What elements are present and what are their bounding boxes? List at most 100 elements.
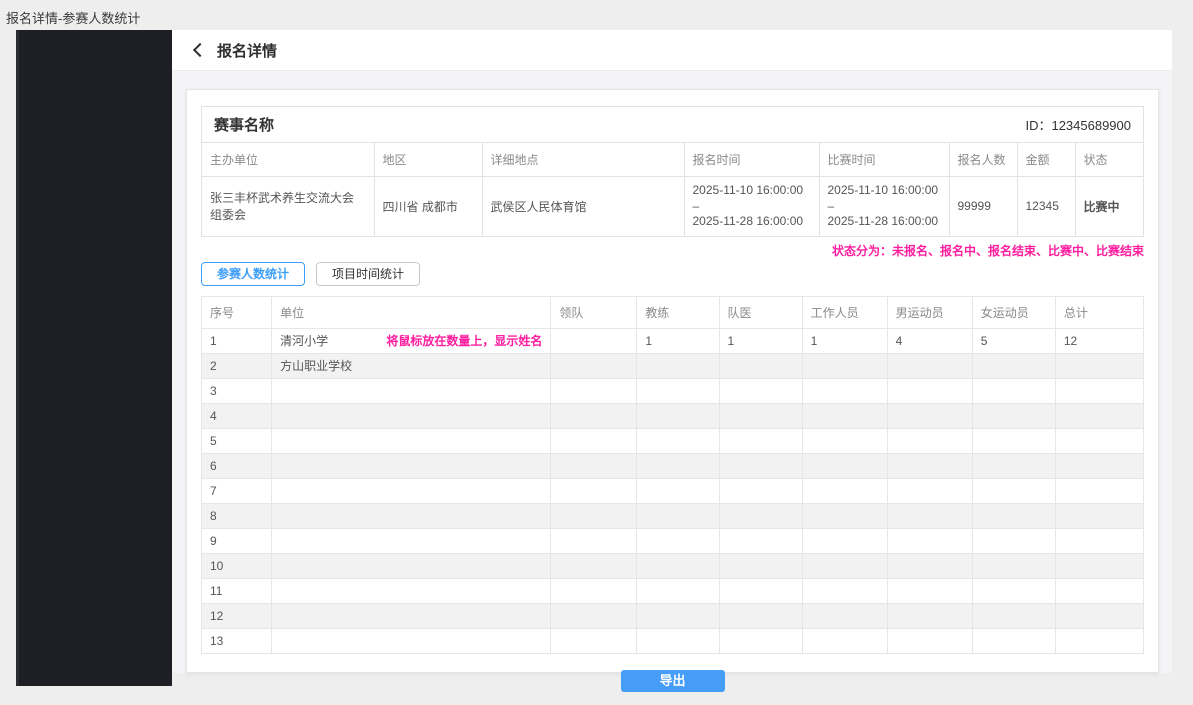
cell-staff xyxy=(802,453,887,478)
topbar-title: 报名详情 xyxy=(217,40,277,61)
cell-staff xyxy=(802,578,887,603)
cell-unit xyxy=(272,553,551,578)
cell-staff xyxy=(802,628,887,653)
cell-unit xyxy=(272,428,551,453)
table-row[interactable]: 8 xyxy=(202,503,1144,528)
signup-time-value: 2025-11-10 16:00:00 – 2025-11-28 16:00:0… xyxy=(684,177,819,236)
cell-unit xyxy=(272,628,551,653)
cell-doctor xyxy=(719,628,802,653)
cell-unit xyxy=(272,478,551,503)
back-icon[interactable] xyxy=(193,43,207,57)
unit-name: 清河小学 xyxy=(280,332,328,349)
col-total: 总计 xyxy=(1055,296,1143,328)
table-row[interactable]: 12 xyxy=(202,603,1144,628)
cell-coach xyxy=(637,578,719,603)
event-id: ID：12345689900 xyxy=(1025,115,1131,134)
sidebar xyxy=(16,30,172,686)
cell-leader xyxy=(551,403,637,428)
cell-leader xyxy=(551,578,637,603)
signup-count-value: 99999 xyxy=(949,177,1017,236)
table-row[interactable]: 3 xyxy=(202,378,1144,403)
cell-staff xyxy=(802,428,887,453)
page-title: 报名详情-参赛人数统计 xyxy=(6,8,140,27)
cell-coach xyxy=(637,553,719,578)
cell-staff xyxy=(802,353,887,378)
organizer-value: 张三丰杯武术养生交流大会组委会 xyxy=(202,177,374,236)
cell-male xyxy=(887,453,972,478)
table-row[interactable]: 13 xyxy=(202,628,1144,653)
cell-male xyxy=(887,528,972,553)
stats-table: 序号 单位 领队 教练 队医 工作人员 男运动员 女运动员 总计 1清河小学将鼠… xyxy=(201,296,1144,654)
cell-doctor xyxy=(719,603,802,628)
cell-total xyxy=(1055,353,1143,378)
export-button[interactable]: 导出 xyxy=(621,670,725,692)
cell-staff xyxy=(802,503,887,528)
cell-coach xyxy=(637,353,719,378)
cell-unit: 清河小学将鼠标放在数量上，显示姓名 xyxy=(272,328,551,353)
cell-total xyxy=(1055,428,1143,453)
info-header-row: 主办单位 地区 详细地点 报名时间 比赛时间 报名人数 金额 状态 xyxy=(202,143,1143,177)
col-organizer: 主办单位 xyxy=(202,143,374,177)
cell-doctor xyxy=(719,478,802,503)
cell-male xyxy=(887,403,972,428)
cell-unit: 方山职业学校 xyxy=(272,353,551,378)
table-row[interactable]: 4 xyxy=(202,403,1144,428)
cell-no: 4 xyxy=(202,403,272,428)
tab-event-schedule-stats[interactable]: 项目时间统计 xyxy=(316,262,420,286)
cell-leader xyxy=(551,428,637,453)
cell-doctor xyxy=(719,353,802,378)
status-legend-note: 状态分为：未报名、报名中、报名结束、比赛中、比赛结束 xyxy=(201,243,1144,259)
cell-coach: 1 xyxy=(637,328,719,353)
table-row[interactable]: 9 xyxy=(202,528,1144,553)
cell-male: 4 xyxy=(887,328,972,353)
stats-table-body: 1清河小学将鼠标放在数量上，显示姓名11145122方山职业学校34567891… xyxy=(202,328,1144,653)
cell-total xyxy=(1055,603,1143,628)
cell-leader xyxy=(551,553,637,578)
table-row[interactable]: 7 xyxy=(202,478,1144,503)
info-value-row: 张三丰杯武术养生交流大会组委会 四川省 成都市 武侯区人民体育馆 2025-11… xyxy=(202,177,1143,236)
col-staff: 工作人员 xyxy=(802,296,887,328)
cell-total: 12 xyxy=(1055,328,1143,353)
table-row[interactable]: 11 xyxy=(202,578,1144,603)
cell-coach xyxy=(637,478,719,503)
region-value: 四川省 成都市 xyxy=(374,177,482,236)
cell-no: 13 xyxy=(202,628,272,653)
cell-no: 1 xyxy=(202,328,272,353)
cell-female xyxy=(972,378,1055,403)
cell-total xyxy=(1055,553,1143,578)
cell-doctor xyxy=(719,378,802,403)
cell-unit xyxy=(272,603,551,628)
cell-doctor xyxy=(719,578,802,603)
table-row[interactable]: 1清河小学将鼠标放在数量上，显示姓名1114512 xyxy=(202,328,1144,353)
col-female-athletes: 女运动员 xyxy=(972,296,1055,328)
cell-total xyxy=(1055,628,1143,653)
cell-male xyxy=(887,578,972,603)
main-panel: 报名详情 赛事名称 ID：12345689900 主办单位 地区 详细地点 报名… xyxy=(172,30,1172,673)
table-row[interactable]: 10 xyxy=(202,553,1144,578)
cell-male xyxy=(887,603,972,628)
col-status: 状态 xyxy=(1075,143,1143,177)
cell-leader xyxy=(551,603,637,628)
cell-doctor: 1 xyxy=(719,328,802,353)
cell-no: 11 xyxy=(202,578,272,603)
cell-coach xyxy=(637,503,719,528)
col-doctor: 队医 xyxy=(719,296,802,328)
cell-doctor xyxy=(719,528,802,553)
cell-doctor xyxy=(719,503,802,528)
cell-no: 3 xyxy=(202,378,272,403)
table-row[interactable]: 6 xyxy=(202,453,1144,478)
cell-male xyxy=(887,478,972,503)
table-row[interactable]: 5 xyxy=(202,428,1144,453)
cell-female: 5 xyxy=(972,328,1055,353)
cell-leader xyxy=(551,328,637,353)
col-region: 地区 xyxy=(374,143,482,177)
cell-leader xyxy=(551,628,637,653)
tab-participant-stats[interactable]: 参赛人数统计 xyxy=(201,262,305,286)
venue-value: 武侯区人民体育馆 xyxy=(482,177,684,236)
table-row[interactable]: 2方山职业学校 xyxy=(202,353,1144,378)
stats-header-row: 序号 单位 领队 教练 队医 工作人员 男运动员 女运动员 总计 xyxy=(202,296,1144,328)
cell-staff xyxy=(802,478,887,503)
match-time-value: 2025-11-10 16:00:00 – 2025-11-28 16:00:0… xyxy=(819,177,949,236)
cell-no: 6 xyxy=(202,453,272,478)
cell-staff xyxy=(802,403,887,428)
